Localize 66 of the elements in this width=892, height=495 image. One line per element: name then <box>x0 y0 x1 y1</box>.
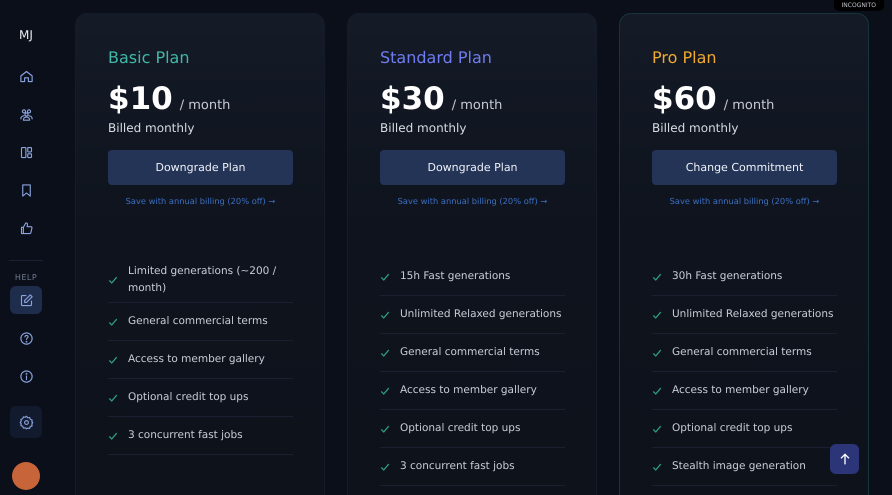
settings-button[interactable] <box>10 406 42 438</box>
check-icon <box>652 386 662 396</box>
logo-text[interactable]: MJ <box>19 28 33 42</box>
check-icon <box>108 354 118 364</box>
section-label: HELP <box>14 273 38 282</box>
plan-name: Pro Plan <box>652 48 718 67</box>
price: $30 <box>380 81 445 117</box>
check-icon <box>108 316 118 326</box>
billing-text: Billed monthly <box>652 121 740 135</box>
feature-text: 15h Fast generations <box>400 269 510 284</box>
check-icon <box>652 424 662 434</box>
plan-button[interactable]: Change Commitment <box>652 150 837 185</box>
home-icon <box>18 68 34 84</box>
annual-billing-link[interactable]: Save with annual billing (20% off) → <box>108 196 293 206</box>
feature-text: General commercial terms <box>400 345 540 360</box>
plan-name: Basic Plan <box>108 48 190 67</box>
feature-text: Unlimited Relaxed generations <box>400 307 562 322</box>
check-icon <box>108 430 118 440</box>
feature-text: 3 concurrent fast jobs <box>128 428 243 443</box>
check-icon <box>108 275 118 285</box>
feature-text: 3 concurrent fast jobs <box>400 459 515 474</box>
layout-icon <box>18 144 34 160</box>
feature-text: Access to member gallery <box>128 352 265 367</box>
check-icon <box>108 392 118 402</box>
feature-text: Optional credit top ups <box>128 390 248 405</box>
check-icon <box>380 386 390 396</box>
feature-text: Optional credit top ups <box>672 421 792 436</box>
avatar[interactable] <box>12 462 40 490</box>
check-icon <box>652 310 662 320</box>
feature-text: General commercial terms <box>672 345 812 360</box>
billing-text: Billed monthly <box>380 121 468 135</box>
feature-text: Limited generations (~200 / month) <box>128 264 278 296</box>
plan-button[interactable]: Downgrade Plan <box>108 150 293 185</box>
check-icon <box>380 310 390 320</box>
check-icon <box>380 462 390 472</box>
feature-text: 30h Fast generations <box>672 269 782 284</box>
scroll-top-button[interactable] <box>830 444 859 474</box>
check-icon <box>380 348 390 358</box>
check-icon <box>380 272 390 282</box>
info-icon <box>18 368 34 384</box>
feature-text: Optional credit top ups <box>400 421 520 436</box>
price-period: / month <box>180 98 230 113</box>
price-period: / month <box>724 98 774 113</box>
feature-text: Stealth image generation <box>672 459 806 474</box>
edit-nav-button[interactable] <box>10 286 42 314</box>
price: $10 <box>108 81 173 117</box>
feature-text: General commercial terms <box>128 314 268 329</box>
feature-text: Access to member gallery <box>400 383 537 398</box>
people-icon <box>18 106 34 122</box>
check-icon <box>652 348 662 358</box>
edit-icon <box>18 292 34 308</box>
check-icon <box>652 462 662 472</box>
price-period: / month <box>452 98 502 113</box>
thumbs-up-icon <box>18 220 34 236</box>
help-icon <box>18 330 34 346</box>
feature-text: Unlimited Relaxed generations <box>672 307 834 322</box>
plan-name: Standard Plan <box>380 48 493 67</box>
check-icon <box>652 272 662 282</box>
plan-button[interactable]: Downgrade Plan <box>380 150 565 185</box>
billing-text: Billed monthly <box>108 121 196 135</box>
annual-billing-link[interactable]: Save with annual billing (20% off) → <box>652 196 837 206</box>
check-icon <box>380 424 390 434</box>
price: $60 <box>652 81 717 117</box>
settings-icon <box>18 414 34 430</box>
annual-billing-link[interactable]: Save with annual billing (20% off) → <box>380 196 565 206</box>
feature-text: Access to member gallery <box>672 383 809 398</box>
